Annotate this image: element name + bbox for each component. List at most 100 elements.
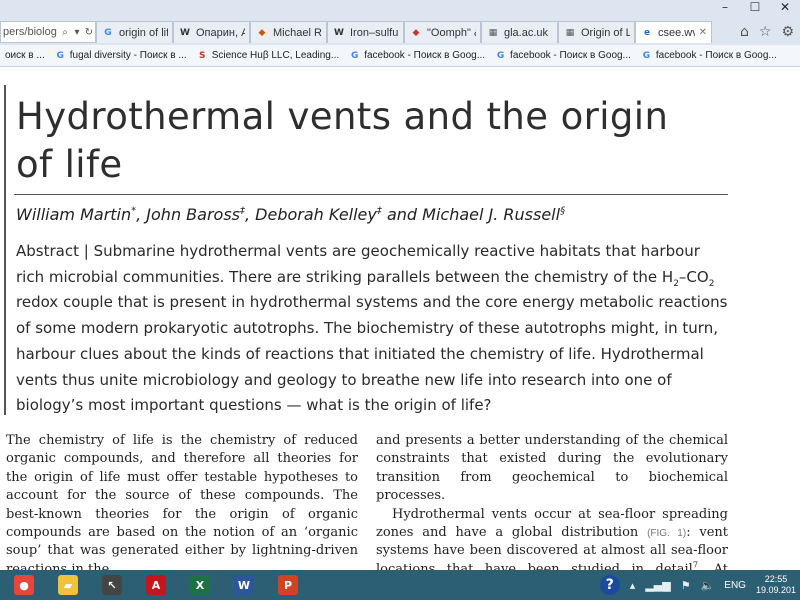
bookmark-label: facebook - Поиск в Goog... bbox=[510, 50, 631, 61]
bookmark-item[interactable]: оиск в ... bbox=[0, 50, 50, 61]
dropdown-icon[interactable]: ▾ bbox=[71, 27, 83, 38]
bookmark-item[interactable]: S Science Huβ LLC, Leading... bbox=[192, 50, 345, 61]
body-text-left: The chemistry of life is the chemistry o… bbox=[6, 433, 358, 570]
vertical-scrollbar[interactable] bbox=[786, 67, 800, 570]
bookmark-label: fugal diversity - Поиск в ... bbox=[69, 50, 187, 61]
taskbar-pdf-reader-button[interactable]: A bbox=[136, 571, 176, 599]
clock[interactable]: 22:55 19.09.201 bbox=[756, 574, 796, 596]
volume-icon[interactable]: 🔈 bbox=[701, 579, 715, 592]
browser-tab[interactable]: ▦ Origin of Lif... bbox=[558, 21, 635, 43]
bookmark-label: Science Huβ LLC, Leading... bbox=[211, 50, 340, 61]
star-icon[interactable]: ☆ bbox=[759, 24, 772, 40]
pdf-reader-icon: A bbox=[146, 575, 166, 595]
powerpoint-icon: P bbox=[278, 575, 298, 595]
body-column-left: The chemistry of life is the chemistry o… bbox=[6, 432, 358, 570]
address-bar[interactable]: pers/biolog ⌕ ▾ ↻ bbox=[0, 21, 96, 43]
favicon-icon: e bbox=[643, 27, 651, 38]
author-list: William Martin*, John Baross‡, Deborah K… bbox=[16, 205, 566, 224]
browser-tab-strip: – ☐ ✕ pers/biolog ⌕ ▾ ↻ Gorigin of life.… bbox=[0, 0, 800, 45]
favicon-icon: ▦ bbox=[565, 27, 575, 38]
taskbar-cursor-app-button[interactable]: ↖ bbox=[92, 571, 132, 599]
page-left-edge bbox=[4, 85, 6, 415]
close-window-button[interactable]: ✕ bbox=[770, 0, 800, 14]
favicon-icon: W bbox=[180, 27, 190, 38]
favicon-icon: ◆ bbox=[258, 27, 266, 38]
tab-label: origin of life... bbox=[119, 26, 168, 39]
abstract: Abstract | Submarine hydrothermal vents … bbox=[16, 239, 728, 419]
author-affiliation-mark: ‡ bbox=[240, 205, 245, 217]
browser-tab[interactable]: ▦ gla.ac.uk bbox=[481, 21, 558, 43]
google-icon: G bbox=[496, 50, 505, 61]
body-paragraph-1: and presents a better understanding of t… bbox=[376, 433, 728, 504]
abstract-text-1: Submarine hydrothermal vents are geochem… bbox=[16, 242, 700, 286]
article-title: Hydrothermal vents and the origin of lif… bbox=[16, 93, 716, 189]
tab-label: Iron–sulfur ... bbox=[350, 26, 399, 39]
browser-tab[interactable]: W Опарин, Ал... bbox=[173, 21, 250, 43]
system-tray: ? ▴ ▂▄▆ ⚑ 🔈 ENG 22:55 19.09.201 bbox=[599, 570, 800, 600]
taskbar-word-button[interactable]: W bbox=[224, 571, 264, 599]
tab-label: Michael Rus... bbox=[273, 26, 322, 39]
maximize-button[interactable]: ☐ bbox=[740, 0, 770, 14]
taskbar-powerpoint-button[interactable]: P bbox=[268, 571, 308, 599]
abstract-label: Abstract | bbox=[16, 242, 94, 260]
bookmark-label: оиск в ... bbox=[5, 50, 45, 61]
clock-date: 19.09.201 bbox=[755, 585, 796, 595]
page-content: Hydrothermal vents and the origin of lif… bbox=[0, 67, 800, 570]
bookmark-item[interactable]: Gfacebook - Поиск в Goog... bbox=[636, 50, 782, 61]
chrome-icon: ● bbox=[14, 575, 34, 595]
bookmark-label: facebook - Поиск в Goog... bbox=[364, 50, 486, 61]
word-icon: W bbox=[234, 575, 254, 595]
site-icon: S bbox=[198, 50, 206, 61]
window-controls: – ☐ ✕ bbox=[710, 0, 800, 14]
author-name: Michael J. Russell bbox=[422, 205, 561, 224]
bookmark-item[interactable]: Gfacebook - Поиск в Goog... bbox=[344, 50, 490, 61]
tab-label: csee.wvu.... bbox=[658, 26, 695, 39]
clock-time: 22:55 bbox=[764, 574, 788, 584]
bookmark-item[interactable]: Gfacebook - Поиск в Goog... bbox=[490, 50, 636, 61]
search-icon[interactable]: ⌕ bbox=[59, 27, 71, 38]
favicon-icon: W bbox=[334, 27, 344, 38]
taskbar-chrome-button[interactable]: ● bbox=[4, 571, 44, 599]
abstract-dash: –CO bbox=[678, 267, 709, 286]
browser-tab[interactable]: e csee.wvu.... ✕ bbox=[635, 21, 712, 43]
cursor-app-icon: ↖ bbox=[102, 575, 122, 595]
network-icon[interactable]: ▂▄▆ bbox=[645, 579, 670, 592]
minimize-button[interactable]: – bbox=[710, 0, 740, 14]
help-icon[interactable]: ? bbox=[599, 575, 620, 595]
favicon-icon: G bbox=[104, 27, 112, 38]
browser-toolbar-right: ⌂ ☆ ⚙ bbox=[740, 21, 800, 43]
google-icon: G bbox=[56, 50, 64, 61]
tray-expand-icon[interactable]: ▴ bbox=[630, 579, 636, 592]
author-name: Deborah Kelley bbox=[255, 205, 377, 224]
article-title-line-2: of life bbox=[16, 143, 123, 186]
author-affiliation-mark: * bbox=[131, 205, 137, 217]
close-tab-icon[interactable]: ✕ bbox=[699, 27, 707, 38]
address-url[interactable]: pers/biolog bbox=[3, 26, 59, 38]
abstract-text-2: redox couple that is present in hydrothe… bbox=[16, 293, 728, 415]
browser-tab[interactable]: Gorigin of life... bbox=[96, 21, 173, 43]
browser-tab[interactable]: ◆ "Oomph" &... bbox=[404, 21, 481, 43]
refresh-icon[interactable]: ↻ bbox=[83, 27, 95, 38]
article-title-line-1: Hydrothermal vents and the origin bbox=[16, 95, 669, 138]
tab-label: gla.ac.uk bbox=[504, 26, 549, 39]
bookmark-item[interactable]: Gfugal diversity - Поиск в ... bbox=[50, 50, 192, 61]
flag-icon[interactable]: ⚑ bbox=[681, 579, 691, 592]
author-name: John Baross bbox=[146, 205, 240, 224]
figure-reference-link[interactable]: (FIG. 1) bbox=[647, 528, 686, 539]
taskbar-excel-button[interactable]: X bbox=[180, 571, 220, 599]
bookmarks-bar: оиск в ... Gfugal diversity - Поиск в ...… bbox=[0, 45, 800, 67]
browser-tab[interactable]: ◆ Michael Rus... bbox=[250, 21, 327, 43]
windows-explorer-icon: ▰ bbox=[58, 575, 78, 595]
gear-icon[interactable]: ⚙ bbox=[781, 24, 794, 40]
browser-tab[interactable]: W Iron–sulfur ... bbox=[327, 21, 404, 43]
language-indicator[interactable]: ENG bbox=[724, 580, 746, 591]
home-icon[interactable]: ⌂ bbox=[740, 24, 749, 40]
favicon-icon: ▦ bbox=[488, 27, 498, 38]
body-paragraph-2: Hydrothermal vents occur at sea-floor sp… bbox=[376, 506, 728, 570]
favicon-icon: ◆ bbox=[412, 27, 420, 38]
tab-label: Origin of Lif... bbox=[581, 26, 630, 39]
taskbar-windows-explorer-button[interactable]: ▰ bbox=[48, 571, 88, 599]
taskbar-apps: ● ▰ ↖ A X W P bbox=[0, 571, 312, 599]
bookmark-label: facebook - Поиск в Goog... bbox=[655, 50, 777, 61]
google-icon: G bbox=[642, 50, 651, 61]
